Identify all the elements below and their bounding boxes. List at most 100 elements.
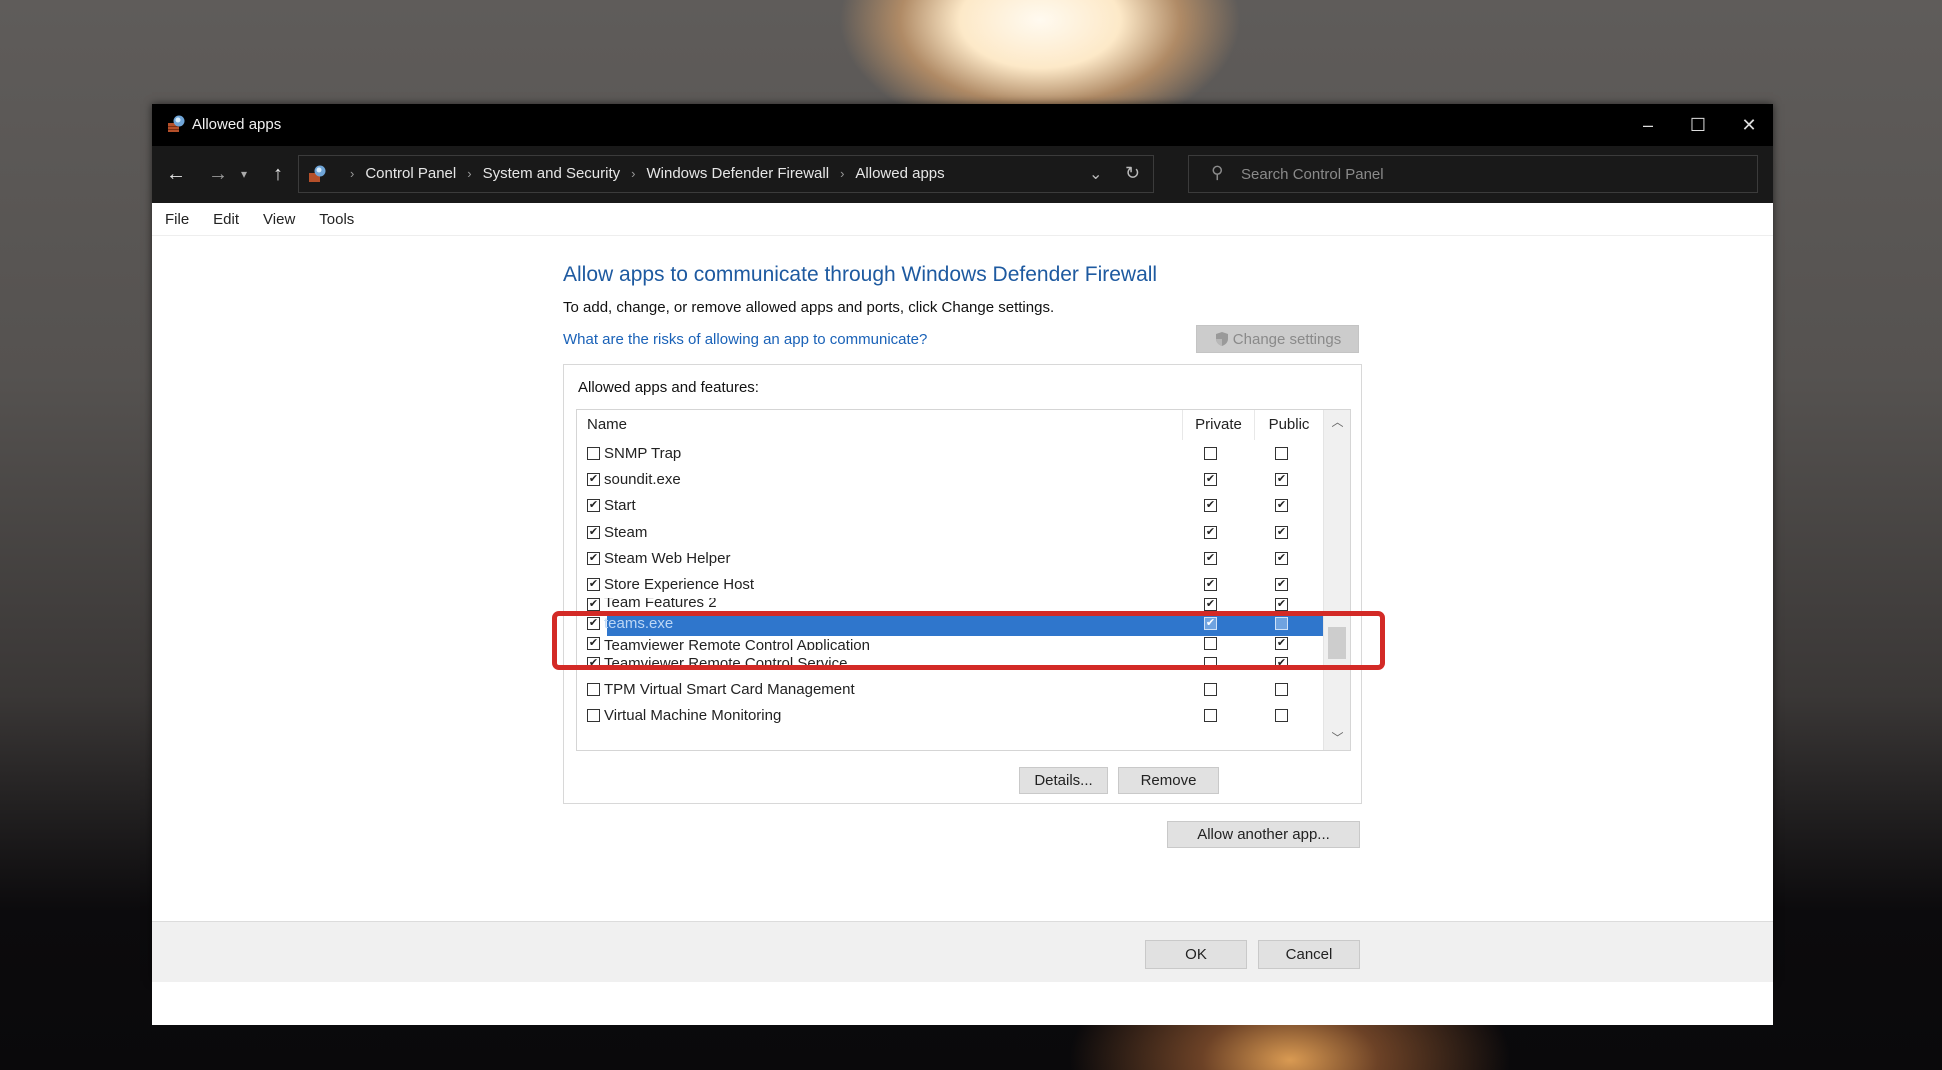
list-rows: SNMP Trap ✔ soundit.exe ✔ ✔ ✔ Start ✔ ✔ ✔ Steam ✔ ✔ ✔… [577,440,1323,729]
back-button[interactable]: ← [163,160,189,188]
enabled-checkbox[interactable]: ✔ [587,525,600,539]
column-header-private[interactable]: Private [1183,410,1255,440]
list-item[interactable]: ✔ Start ✔ ✔ [577,493,1323,519]
list-item[interactable]: ✔ Team Features 2 ✔ ✔ [577,597,1323,611]
public-checkbox[interactable] [1275,709,1288,723]
chevron-down-icon: ﹀ [1331,730,1344,745]
search-box[interactable]: ⚲ Search Control Panel [1188,155,1758,193]
close-button[interactable]: ✕ [1719,104,1779,146]
breadcrumb-windows-defender-firewall[interactable]: Windows Defender Firewall [646,165,829,182]
private-checkbox[interactable] [1204,656,1217,670]
private-checkbox[interactable]: ✔ [1204,597,1217,611]
address-bar[interactable]: › Control Panel › System and Security › … [298,155,1154,193]
up-arrow-icon: ↑ [273,162,283,185]
public-checkbox[interactable]: ✔ [1275,472,1288,486]
breadcrumb-allowed-apps[interactable]: Allowed apps [855,165,944,182]
app-name: Teamviewer Remote Control Application [604,637,870,651]
recent-locations-button[interactable]: ▾ [236,160,252,188]
public-checkbox[interactable]: ✔ [1275,525,1288,539]
page-description: To add, change, or remove allowed apps a… [563,299,1055,316]
allow-another-app-button[interactable]: Allow another app... [1167,821,1360,848]
title-bar: Allowed apps – ☐ ✕ [152,104,1773,146]
enabled-checkbox[interactable]: ✔ [587,617,600,631]
enabled-checkbox[interactable] [587,709,600,723]
maximize-icon: ☐ [1689,114,1707,135]
ok-button[interactable]: OK [1145,940,1247,969]
private-checkbox[interactable]: ✔ [1204,551,1217,565]
scroll-down-button[interactable]: ﹀ [1324,726,1350,748]
up-button[interactable]: ↑ [265,160,291,188]
private-checkbox[interactable] [1204,709,1217,723]
breadcrumb-control-panel[interactable]: Control Panel [365,165,456,182]
app-name: Store Experience Host [604,576,755,594]
public-checkbox[interactable]: ✔ [1275,597,1288,611]
enabled-checkbox[interactable]: ✔ [587,472,600,486]
enabled-checkbox[interactable]: ✔ [587,656,600,670]
private-checkbox[interactable]: ✔ [1204,472,1217,486]
private-checkbox[interactable]: ✔ [1204,525,1217,539]
public-checkbox[interactable]: ✔ [1275,499,1288,513]
scroll-up-button[interactable]: ︿ [1324,410,1350,432]
column-header-name[interactable]: Name [577,410,1183,440]
change-settings-button[interactable]: Change settings [1196,325,1359,353]
private-checkbox[interactable]: ✔ [1204,499,1217,513]
list-item[interactable]: ✔ Store Experience Host ✔ ✔ [577,571,1323,597]
list-item[interactable]: ✔ Steam Web Helper ✔ ✔ [577,545,1323,571]
enabled-checkbox[interactable]: ✔ [587,597,600,611]
app-name: Start [604,497,636,515]
details-button[interactable]: Details... [1019,767,1108,794]
list-item[interactable]: ✔ Teamviewer Remote Control Application ✔ [577,637,1323,651]
list-item[interactable]: TPM Virtual Smart Card Management [577,676,1323,702]
enabled-checkbox[interactable] [587,446,600,460]
page-title: Allow apps to communicate through Window… [563,263,1158,286]
public-checkbox[interactable]: ✔ [1275,656,1288,670]
list-item[interactable]: ✔ Teamviewer Remote Control Service ✔ [577,650,1323,676]
list-item[interactable]: ✔ teams.exe ✔ [577,611,1323,637]
menu-view[interactable]: View [250,211,306,228]
breadcrumb: › Control Panel › System and Security › … [339,165,945,182]
public-checkbox[interactable]: ✔ [1275,551,1288,565]
enabled-checkbox[interactable] [587,683,600,697]
menu-tools[interactable]: Tools [306,211,365,228]
private-checkbox[interactable] [1204,446,1217,460]
vertical-scrollbar[interactable]: ︿ ﹀ [1323,410,1350,750]
enabled-checkbox[interactable]: ✔ [587,499,600,513]
list-item[interactable]: ✔ soundit.exe ✔ ✔ [577,466,1323,492]
scrollbar-thumb[interactable] [1328,627,1346,659]
list-header: Name Private Public [577,410,1323,440]
enabled-checkbox[interactable]: ✔ [587,578,600,592]
search-input[interactable]: Search Control Panel [1241,166,1384,183]
address-dropdown-icon[interactable]: ⌄ [1089,164,1102,184]
breadcrumb-separator: › [631,166,636,181]
column-header-public[interactable]: Public [1255,410,1323,440]
list-item[interactable]: Virtual Machine Monitoring [577,703,1323,729]
public-checkbox[interactable] [1275,617,1288,631]
app-name: Virtual Machine Monitoring [604,707,782,725]
private-checkbox[interactable] [1204,637,1217,651]
breadcrumb-system-and-security[interactable]: System and Security [483,165,621,182]
enabled-checkbox[interactable]: ✔ [587,637,600,651]
public-checkbox[interactable]: ✔ [1275,637,1288,651]
private-checkbox[interactable]: ✔ [1204,617,1217,631]
public-checkbox[interactable] [1275,683,1288,697]
remove-button[interactable]: Remove [1118,767,1219,794]
list-item[interactable]: SNMP Trap [577,440,1323,466]
refresh-icon[interactable]: ↻ [1125,163,1140,184]
public-checkbox[interactable]: ✔ [1275,578,1288,592]
breadcrumb-separator: › [840,166,845,181]
app-name: teams.exe [604,615,674,633]
menu-edit[interactable]: Edit [200,211,250,228]
private-checkbox[interactable] [1204,683,1217,697]
dialog-footer: OK Cancel [152,921,1773,982]
forward-button[interactable]: → [205,160,231,188]
list-item[interactable]: ✔ Steam ✔ ✔ [577,519,1323,545]
allowed-apps-group: Allowed apps and features: Name Private … [563,364,1362,804]
public-checkbox[interactable] [1275,446,1288,460]
cancel-button[interactable]: Cancel [1258,940,1360,969]
allowed-apps-list[interactable]: Name Private Public SNMP Trap ✔ soundit.ex… [576,409,1351,751]
menu-file[interactable]: File [152,211,200,228]
risks-link[interactable]: What are the risks of allowing an app to… [563,331,927,348]
enabled-checkbox[interactable]: ✔ [587,551,600,565]
app-name: soundit.exe [604,470,681,488]
private-checkbox[interactable]: ✔ [1204,578,1217,592]
